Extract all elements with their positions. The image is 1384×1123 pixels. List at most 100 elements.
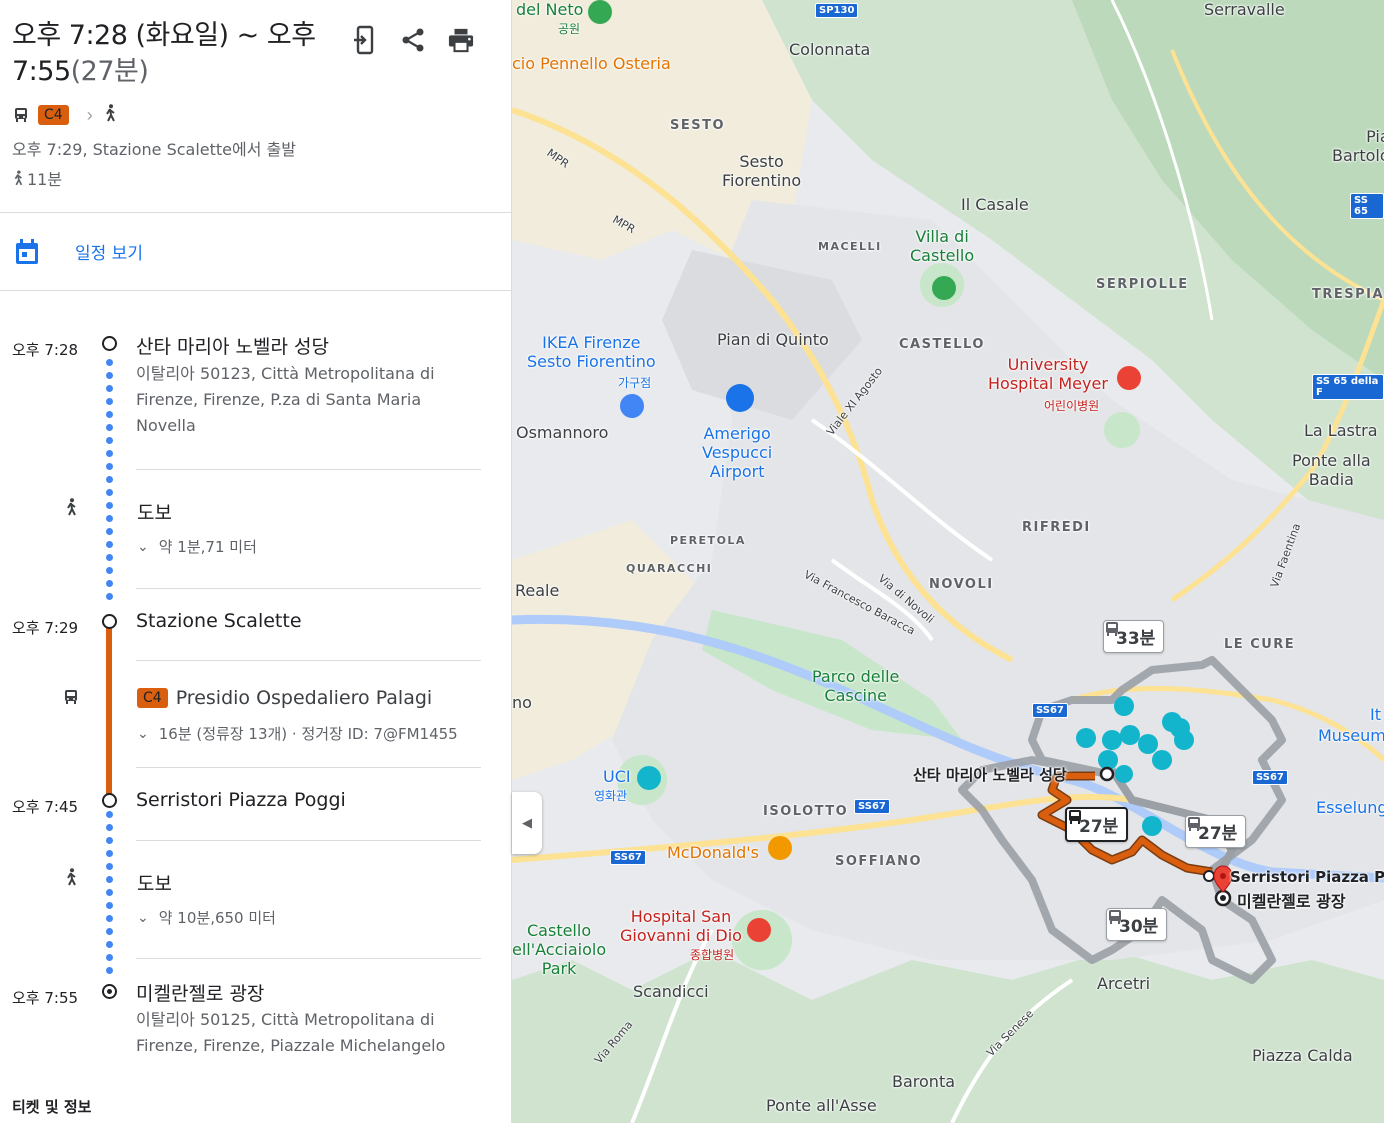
origin-map-label[interactable]: 산타 마리아 노벨라 성당 bbox=[913, 764, 1067, 785]
calendar-icon bbox=[16, 238, 38, 264]
chevron-down-icon: ⌄ bbox=[137, 725, 149, 742]
map-label: 가구점 bbox=[618, 376, 652, 390]
road-badge: SP130 bbox=[815, 3, 859, 18]
start-address-line: 이탈리아 50123, Città Metropolitana di bbox=[136, 364, 435, 383]
map-label: Arcetri bbox=[1097, 974, 1151, 993]
map-label: Baronta bbox=[892, 1072, 956, 1091]
collapse-panel-button[interactable]: ◀ bbox=[512, 792, 542, 854]
map-label: Sesto Fiorentino bbox=[722, 152, 802, 190]
route-duration: 27분 bbox=[1198, 824, 1238, 844]
route-duration: 27분 bbox=[1079, 817, 1119, 837]
chevron-down-icon: ⌄ bbox=[137, 538, 149, 555]
divider bbox=[136, 767, 481, 768]
bus-icon bbox=[62, 688, 80, 706]
send-to-phone-button[interactable] bbox=[352, 24, 378, 56]
end-address-line: 이탈리아 50125, Città Metropolitana di bbox=[136, 1010, 435, 1029]
map-label: UCI bbox=[603, 767, 631, 786]
walk-dot bbox=[106, 967, 113, 974]
map-label: ISOLOTTO bbox=[763, 804, 849, 819]
tickets-info-heading[interactable]: 티켓 및 정보 bbox=[12, 1096, 91, 1117]
route-option-27min-selected[interactable]: 27분 bbox=[1065, 807, 1129, 842]
route-option-27min[interactable]: 27분 bbox=[1185, 815, 1247, 848]
map-label: Amerigo Vespucci Airport bbox=[702, 424, 773, 481]
map-label: CASTELLO bbox=[899, 337, 985, 352]
map-label: Hospital San Giovanni di Dio bbox=[620, 907, 742, 945]
map-view[interactable]: del Neto 공원 Serravalle Colonnata cio Pen… bbox=[512, 0, 1384, 1123]
bus-detail-text: 16분 (정류장 13개) · 정거장 ID: 7@FM1455 bbox=[158, 725, 458, 743]
stop-map-label[interactable]: Serristori Piazza Poggi bbox=[1230, 868, 1384, 886]
map-label: Museum bbox=[1318, 726, 1384, 745]
share-icon bbox=[402, 28, 424, 52]
map-label: Colonnata bbox=[789, 40, 871, 59]
walk-dot bbox=[106, 450, 113, 457]
map-label: Scandicci bbox=[633, 982, 709, 1001]
bus-detail-toggle[interactable]: ⌄ 16분 (정류장 13개) · 정거장 ID: 7@FM1455 bbox=[137, 723, 458, 744]
road-badge: SS 65 bbox=[1350, 193, 1384, 219]
route-option-30min[interactable]: 30분 bbox=[1106, 908, 1168, 941]
walk-dot bbox=[106, 850, 113, 857]
start-address-line: Novella bbox=[136, 416, 196, 435]
destination-map-label[interactable]: 미켈란젤로 광장 bbox=[1237, 888, 1346, 912]
start-stop-name[interactable]: 산타 마리아 노벨라 성당 bbox=[136, 332, 329, 359]
walk-dot bbox=[106, 476, 113, 483]
start-address: 이탈리아 50123, Città Metropolitana di Firen… bbox=[136, 361, 486, 439]
map-label: Pia Bartolo bbox=[1332, 127, 1384, 165]
walk-dot bbox=[106, 915, 113, 922]
walk-dot bbox=[106, 372, 113, 379]
walk-dot bbox=[106, 928, 113, 935]
send-to-phone-icon bbox=[354, 25, 374, 55]
map-label: Ponte all'Asse bbox=[766, 1096, 877, 1115]
walk-dot bbox=[106, 863, 113, 870]
walk-detail-text: 약 1분,71 미터 bbox=[158, 538, 257, 556]
print-icon bbox=[448, 28, 474, 53]
bus-headsign: C4 Presidio Ospedaliero Palagi bbox=[137, 687, 432, 709]
route-badge: C4 bbox=[38, 105, 69, 125]
map-label: Piazza Calda bbox=[1252, 1046, 1353, 1065]
map-label: Castello ell'Acciaiolo Park bbox=[512, 921, 607, 978]
trip-duration: (27분) bbox=[70, 56, 149, 87]
end-address: 이탈리아 50125, Città Metropolitana di Firen… bbox=[136, 1007, 486, 1059]
map-label: TRESPIA bbox=[1312, 287, 1384, 302]
walk-dot bbox=[106, 437, 113, 444]
map-label: SOFFIANO bbox=[835, 854, 923, 869]
stop2-name[interactable]: Serristori Piazza Poggi bbox=[136, 789, 346, 811]
walk-icon bbox=[103, 103, 117, 127]
stop2-time: 오후 7:45 bbox=[12, 798, 79, 816]
walk-dot bbox=[106, 359, 113, 366]
destination-marker bbox=[102, 984, 117, 999]
walk-detail-toggle[interactable]: ⌄ 약 10분,650 미터 bbox=[137, 907, 276, 928]
chevron-right-icon: › bbox=[86, 104, 93, 125]
walk-detail-toggle[interactable]: ⌄ 약 1분,71 미터 bbox=[137, 536, 257, 557]
walk-dot bbox=[106, 515, 113, 522]
start-time: 오후 7:28 bbox=[12, 341, 79, 359]
end-time: 오후 7:55 bbox=[12, 989, 79, 1007]
map-label: La Lastra bbox=[1304, 421, 1378, 440]
map-label: del Neto bbox=[516, 0, 584, 19]
map-label: no bbox=[512, 693, 532, 712]
view-schedule-button[interactable]: 일정 보기 bbox=[0, 213, 511, 291]
walk-total: 11분 bbox=[12, 166, 497, 190]
print-button[interactable] bbox=[448, 24, 474, 56]
trip-summary: 오후 7:28 (화요일) ~ 오후 7:55(27분) C4 › 오후 7:2… bbox=[0, 0, 511, 213]
walk-dot bbox=[106, 824, 113, 831]
map-label: SERPIOLLE bbox=[1096, 277, 1189, 292]
map-label: NOVOLI bbox=[929, 577, 994, 592]
end-stop-name[interactable]: 미켈란젤로 광장 bbox=[136, 979, 264, 1006]
stop1-time: 오후 7:29 bbox=[12, 619, 79, 637]
transit-modes: C4 › bbox=[12, 103, 497, 127]
walk-dot bbox=[106, 463, 113, 470]
route-option-33min[interactable]: 33분 bbox=[1103, 620, 1165, 653]
walk-dot bbox=[106, 902, 113, 909]
map-label: Esselung bbox=[1316, 798, 1384, 817]
stop1-name[interactable]: Stazione Scalette bbox=[136, 610, 302, 632]
map-label: Ponte alla Badia bbox=[1292, 451, 1371, 489]
divider bbox=[136, 469, 481, 470]
start-address-line: Firenze, Firenze, P.za di Santa Maria bbox=[136, 390, 422, 409]
view-schedule-label: 일정 보기 bbox=[75, 244, 143, 264]
road-badge: SS67 bbox=[610, 850, 646, 865]
bus-route-badge: C4 bbox=[137, 688, 168, 708]
map-label: 공원 bbox=[558, 22, 581, 36]
chevron-left-icon: ◀ bbox=[522, 815, 532, 830]
map-label: 영화관 bbox=[594, 789, 628, 803]
share-button[interactable] bbox=[400, 24, 426, 56]
